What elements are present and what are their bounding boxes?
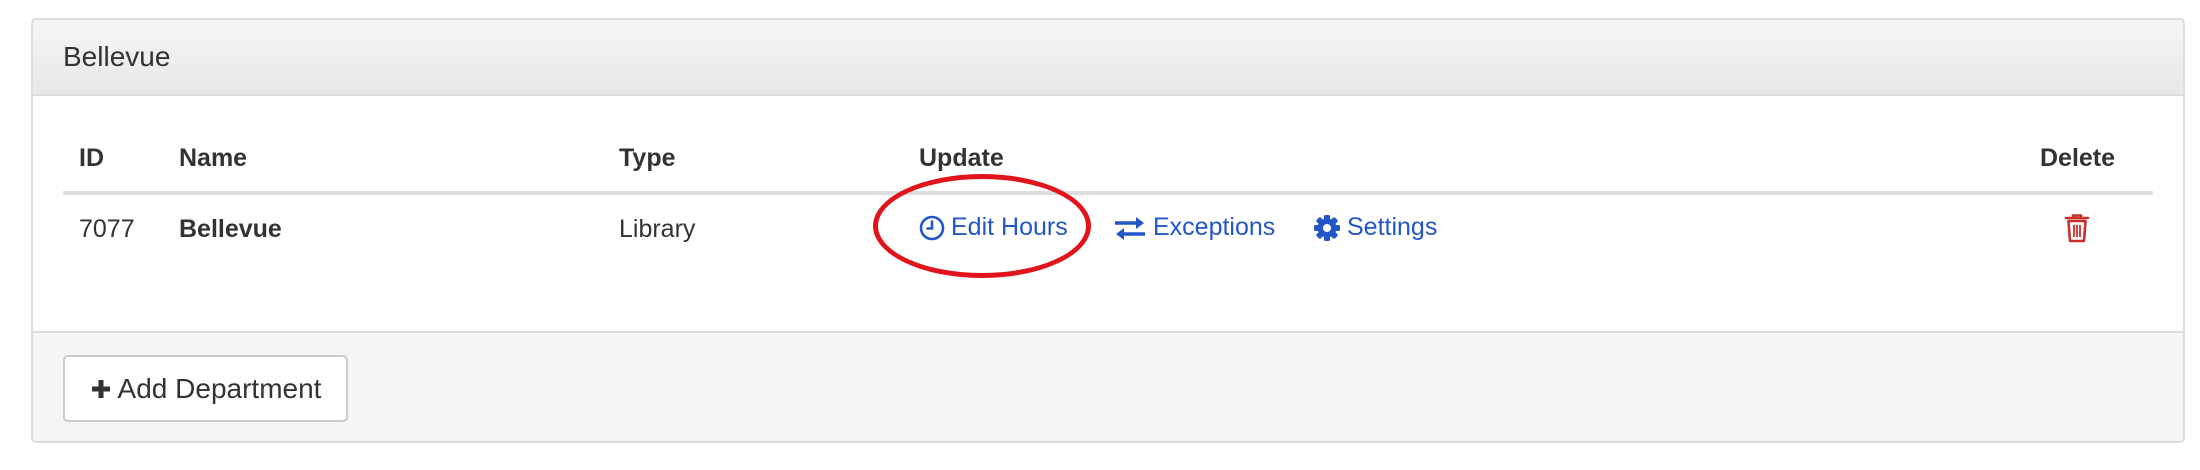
exchange-arrows-icon — [1115, 216, 1145, 240]
column-header-delete: Delete — [2040, 144, 2116, 172]
row-id: 7077 — [79, 215, 135, 243]
add-department-button[interactable]: Add Department — [63, 355, 348, 422]
column-header-name: Name — [179, 144, 248, 172]
plus-icon — [91, 379, 110, 398]
clock-icon — [919, 215, 945, 240]
edit-hours-link[interactable]: Edit Hours — [919, 213, 1068, 242]
row-type: Library — [619, 215, 696, 243]
exceptions-link[interactable]: Exceptions — [1113, 213, 1275, 242]
column-header-update: Update — [919, 144, 1004, 172]
row-name: Bellevue — [179, 215, 282, 243]
settings-link[interactable]: Settings — [1313, 213, 1437, 242]
edit-hours-label: Edit Hours — [951, 213, 1068, 241]
department-panel: Bellevue ID Name Type Update Delete 7077… — [31, 18, 2185, 443]
settings-label: Settings — [1347, 213, 1438, 241]
trash-icon — [2064, 214, 2090, 243]
exceptions-label: Exceptions — [1153, 213, 1276, 241]
table-header-divider — [63, 191, 2153, 195]
gear-icon — [1314, 214, 1340, 241]
add-department-label: Add Department — [117, 372, 322, 404]
column-header-type: Type — [619, 144, 676, 172]
panel-heading: Bellevue — [33, 20, 2183, 96]
panel-title: Bellevue — [63, 41, 171, 72]
column-header-id: ID — [79, 144, 104, 172]
panel-footer: Add Department — [33, 331, 2183, 441]
delete-button[interactable] — [2064, 213, 2090, 248]
